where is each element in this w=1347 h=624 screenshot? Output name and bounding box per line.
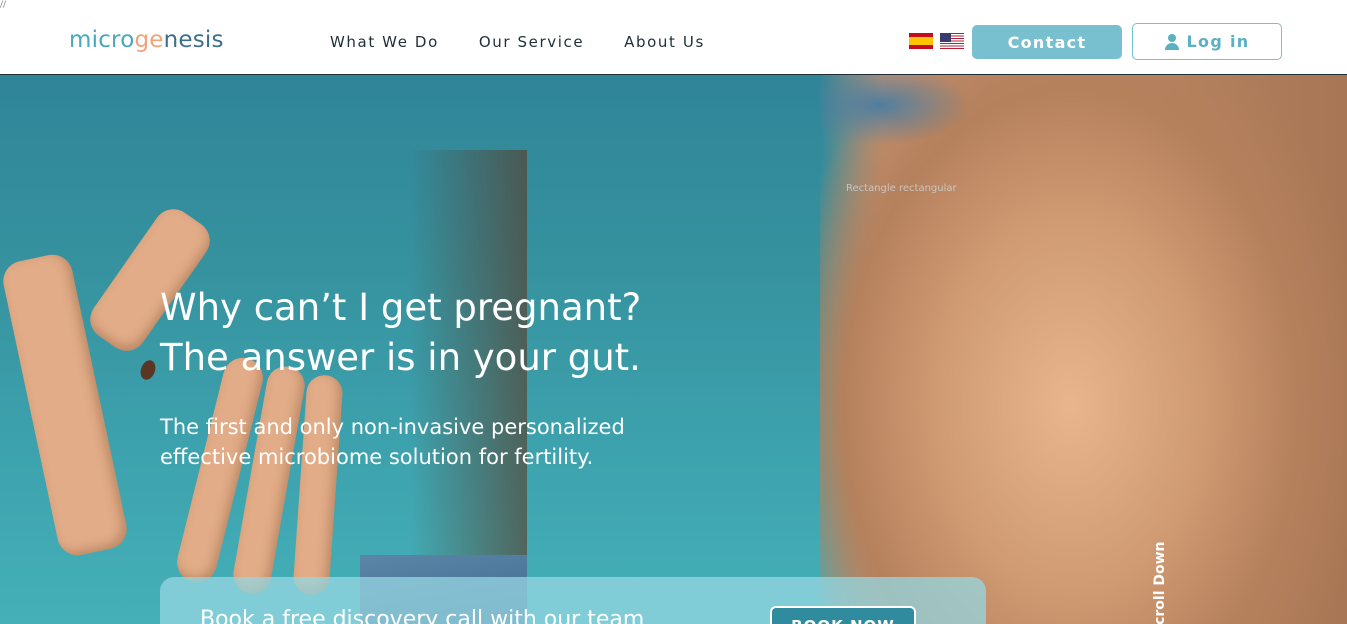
main-nav: What We Do Our Service About Us [330, 33, 705, 51]
logo-text-micro: micro [69, 27, 135, 53]
headline-line-1: Why can’t I get pregnant? [160, 286, 642, 329]
discovery-call-banner: Book a free discovery call with our team… [160, 577, 986, 624]
nav-about-us[interactable]: About Us [624, 33, 705, 51]
hero-photo-pregnant-belly [820, 75, 1347, 624]
usa-flag-icon[interactable] [940, 33, 964, 49]
language-switcher [909, 33, 964, 49]
hero-headline: Why can’t I get pregnant? The answer is … [160, 283, 641, 383]
user-icon [1164, 33, 1179, 50]
faint-overlay-label: Rectangle rectangular [846, 183, 957, 194]
hero-section: Rectangle rectangular Why can’t I get pr… [0, 75, 1347, 624]
logo-text-ge: ge [134, 27, 164, 53]
site-header: microgenesis What We Do Our Service Abou… [0, 0, 1347, 75]
scroll-down-link[interactable]: Scroll Down [1152, 541, 1172, 624]
discovery-call-text: Book a free discovery call with our team [200, 607, 645, 624]
subhead-line-2: effective microbiome solution for fertil… [160, 445, 594, 469]
book-now-button[interactable]: BOOK NOW [770, 606, 916, 624]
nav-what-we-do[interactable]: What We Do [330, 33, 439, 51]
logo-text-nesis: nesis [163, 27, 224, 53]
contact-button[interactable]: Contact [972, 25, 1122, 59]
login-label: Log in [1186, 32, 1250, 51]
microgenesis-logo[interactable]: microgenesis [69, 27, 224, 53]
hero-subheadline: The first and only non-invasive personal… [160, 412, 625, 472]
login-button[interactable]: Log in [1132, 23, 1282, 60]
corner-mark: // [0, 0, 7, 10]
subhead-line-1: The first and only non-invasive personal… [160, 415, 625, 439]
nav-our-service[interactable]: Our Service [479, 33, 584, 51]
headline-line-2: The answer is in your gut. [160, 336, 641, 379]
photo-navel [138, 358, 158, 382]
spain-flag-icon[interactable] [909, 33, 933, 49]
